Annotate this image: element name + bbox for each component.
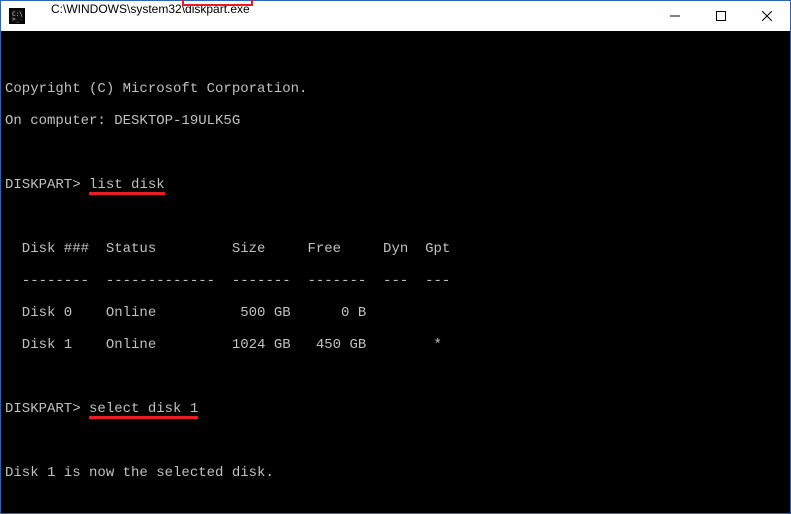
- computer-name: DESKTOP-19ULK5G: [114, 113, 240, 129]
- disk-table-header: Disk ### Status Size Free Dyn Gpt: [5, 241, 786, 257]
- disk-table-sep: -------- ------------- ------- ------- -…: [5, 273, 786, 289]
- cmd-select-disk: select disk 1: [89, 401, 198, 417]
- terminal-blank: [5, 49, 786, 65]
- prompt-line: DISKPART> select disk 1: [5, 401, 786, 417]
- cmd-text: list disk: [89, 177, 165, 193]
- computer-line: On computer: DESKTOP-19ULK5G: [5, 113, 786, 129]
- maximize-button[interactable]: [698, 1, 744, 31]
- close-button[interactable]: [744, 1, 790, 31]
- terminal-blank: [5, 145, 786, 161]
- underline-highlight: [89, 192, 165, 195]
- cmd-text: select disk 1: [89, 401, 198, 417]
- disk-table-row: Disk 1 Online 1024 GB 450 GB *: [5, 337, 786, 353]
- terminal-blank: [5, 433, 786, 449]
- title-path-prefix: C:\WINDOWS\system32\: [51, 2, 185, 16]
- window: C:\ >_ C:\WINDOWS\system32\diskpart.exe …: [0, 0, 791, 514]
- terminal-body[interactable]: Copyright (C) Microsoft Corporation. On …: [1, 31, 790, 513]
- copyright-line: Copyright (C) Microsoft Corporation.: [5, 81, 786, 97]
- terminal-blank: [5, 497, 786, 513]
- prompt-line: DISKPART> list disk: [5, 177, 786, 193]
- terminal-blank: [5, 369, 786, 385]
- app-icon: C:\ >_: [9, 8, 25, 24]
- title-exe: diskpart.exe: [185, 2, 250, 16]
- titlebar[interactable]: C:\ >_ C:\WINDOWS\system32\diskpart.exe: [1, 1, 790, 31]
- prompt: DISKPART>: [5, 177, 81, 193]
- svg-text:>_: >_: [12, 16, 20, 23]
- underline-highlight: [89, 416, 198, 419]
- cmd-list-disk: list disk: [89, 177, 165, 193]
- terminal-blank: [5, 209, 786, 225]
- disk-table-row: Disk 0 Online 500 GB 0 B: [5, 305, 786, 321]
- prompt: DISKPART>: [5, 401, 81, 417]
- on-computer-label: On computer:: [5, 113, 114, 129]
- minimize-button[interactable]: [652, 1, 698, 31]
- msg-select-disk: Disk 1 is now the selected disk.: [5, 465, 786, 481]
